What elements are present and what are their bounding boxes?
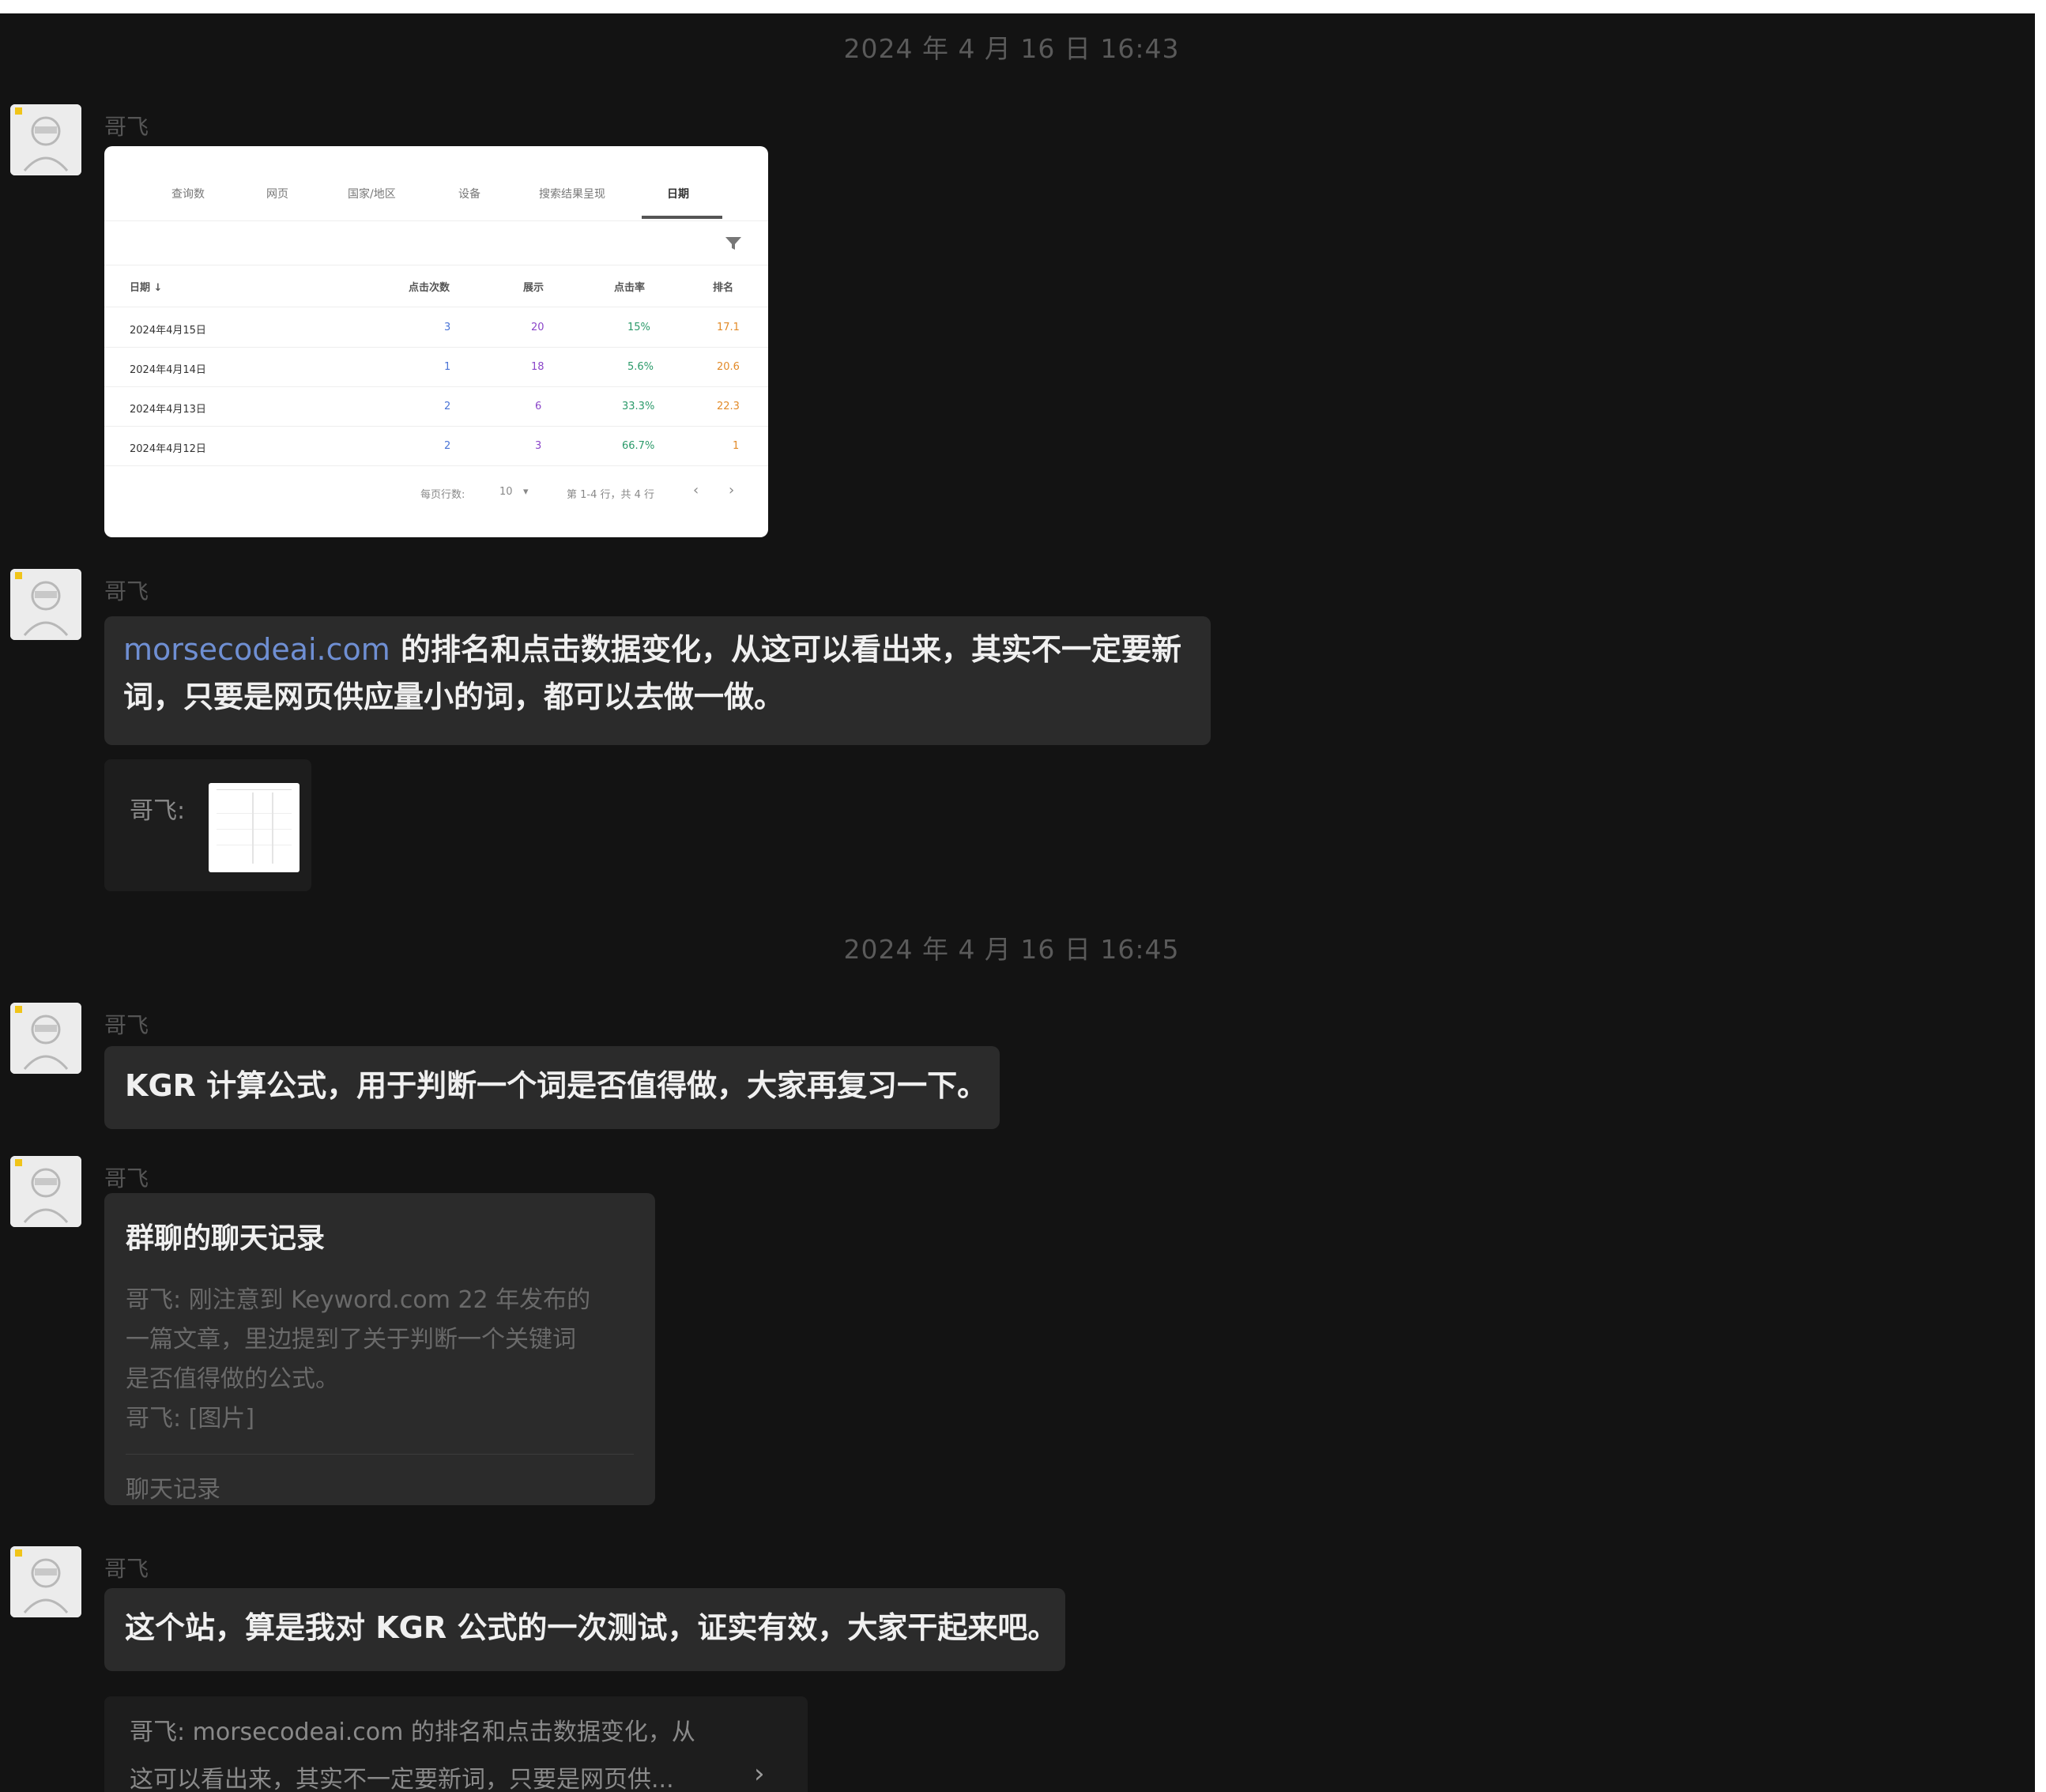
tab-pages: 网页	[266, 188, 288, 201]
message-text: 的排名和点击数据变化，从这可以看出来，其实不一定要新	[390, 632, 1182, 667]
table-cell-ctr: 15%	[627, 322, 650, 333]
next-page-icon: ›	[729, 482, 735, 499]
record-line: 哥飞: 刚注意到 Keyword.com 22 年发布的	[126, 1286, 591, 1314]
divider	[104, 347, 768, 348]
divider	[104, 386, 768, 387]
table-cell-clicks: 2	[444, 401, 451, 412]
record-line: 哥飞: [图片]	[126, 1405, 255, 1432]
record-title: 群聊的聊天记录	[126, 1222, 326, 1255]
table-cell-impressions: 3	[535, 440, 542, 452]
divider	[104, 426, 768, 427]
tab-search-appearance: 搜索结果呈现	[539, 188, 605, 201]
table-cell-date: 2024年4月14日	[130, 364, 206, 376]
quoted-message[interactable]: 哥飞: morsecodeai.com 的排名和点击数据变化，从 这可以看出来，…	[104, 1696, 808, 1792]
sender-name: 哥飞	[104, 578, 149, 604]
timestamp: 2024 年 4 月 16 日 16:43	[843, 33, 1180, 64]
column-header: 日期 ↓	[130, 282, 163, 294]
quote-sender: 哥飞:	[130, 797, 186, 825]
avatar[interactable]	[10, 1546, 81, 1617]
avatar[interactable]	[10, 1156, 81, 1227]
table-cell-date: 2024年4月13日	[130, 404, 206, 416]
table-cell-position: 1	[733, 440, 740, 452]
sender-name: 哥飞	[104, 114, 149, 140]
column-header: 点击次数	[409, 282, 450, 294]
message-text: 这个站，算是我对 KGR 公式的一次测试，证实有效，大家干起来吧。	[125, 1610, 1058, 1645]
rows-per-page-label: 每页行数:	[420, 489, 465, 501]
message-text: KGR 计算公式，用于判断一个词是否值得做，大家再复习一下。	[125, 1068, 988, 1103]
tab-queries: 查询数	[171, 188, 205, 201]
message-bubble[interactable]: KGR 计算公式，用于判断一个词是否值得做，大家再复习一下。	[104, 1046, 1000, 1129]
quote-line: 哥飞: morsecodeai.com 的排名和点击数据变化，从	[130, 1719, 695, 1746]
table-cell-position: 17.1	[717, 322, 740, 333]
timestamp: 2024 年 4 月 16 日 16:45	[843, 934, 1180, 965]
prev-page-icon: ‹	[693, 482, 699, 499]
chat-record-card[interactable]: 群聊的聊天记录 哥飞: 刚注意到 Keyword.com 22 年发布的 一篇文…	[104, 1193, 655, 1505]
record-footer: 聊天记录	[126, 1476, 220, 1504]
table-cell-ctr: 33.3%	[622, 401, 655, 412]
record-line: 一篇文章，里边提到了关于判断一个关键词	[126, 1326, 576, 1353]
table-cell-ctr: 5.6%	[627, 361, 654, 373]
table-cell-impressions: 18	[531, 361, 544, 373]
sender-name: 哥飞	[104, 1012, 149, 1038]
table-cell-impressions: 6	[535, 401, 542, 412]
record-line: 是否值得做的公式。	[126, 1365, 339, 1393]
sender-name: 哥飞	[104, 1556, 149, 1582]
table-cell-clicks: 3	[444, 322, 451, 333]
quote-line: 这可以看出来，其实不一定要新词，只要是网页供...	[130, 1766, 674, 1792]
sender-name: 哥飞	[104, 1165, 149, 1192]
column-header: 排名	[713, 282, 734, 294]
message-bubble[interactable]: morsecodeai.com 的排名和点击数据变化，从这可以看出来，其实不一定…	[104, 616, 1211, 745]
rows-per-page-select: 10	[499, 486, 513, 498]
divider	[104, 465, 768, 466]
image-message[interactable]: 查询数 网页 国家/地区 设备 搜索结果呈现 日期 日期 ↓ 点击次数 展示 点…	[104, 146, 768, 537]
message-text: 词，只要是网页供应量小的词，都可以去做一做。	[123, 680, 785, 714]
table-cell-position: 20.6	[717, 361, 740, 373]
chevron-right-icon: ›	[754, 1758, 765, 1790]
active-tab-indicator	[642, 216, 722, 219]
tab-countries: 国家/地区	[348, 188, 396, 201]
tab-bar: 查询数 网页 国家/地区 设备 搜索结果呈现 日期	[104, 186, 768, 209]
table-cell-clicks: 2	[444, 440, 451, 452]
message-link[interactable]: morsecodeai.com	[123, 632, 390, 667]
avatar[interactable]	[10, 1003, 81, 1074]
divider	[104, 220, 768, 221]
column-header: 展示	[523, 282, 544, 294]
table-cell-position: 22.3	[717, 401, 740, 412]
avatar[interactable]	[10, 104, 81, 175]
message-line: morsecodeai.com 的排名和点击数据变化，从这可以看出来，其实不一定…	[123, 626, 1192, 673]
chevron-down-icon: ▾	[523, 486, 529, 498]
table-cell-ctr: 66.7%	[622, 440, 655, 452]
table-cell-clicks: 1	[444, 361, 451, 373]
pagination-range: 第 1-4 行，共 4 行	[567, 489, 655, 501]
table-cell-date: 2024年4月15日	[130, 325, 206, 337]
table-cell-date: 2024年4月12日	[130, 443, 206, 455]
chat-window: 2024 年 4 月 16 日 16:43 哥飞 查询数 网页 国家/地区 设备…	[0, 13, 2035, 1792]
divider	[126, 1454, 634, 1455]
quoted-message[interactable]: 哥飞:	[104, 759, 311, 891]
table-cell-impressions: 20	[531, 322, 544, 333]
message-bubble[interactable]: 这个站，算是我对 KGR 公式的一次测试，证实有效，大家干起来吧。	[104, 1588, 1065, 1671]
tab-dates: 日期	[667, 188, 689, 201]
filter-icon	[725, 233, 742, 255]
image-thumbnail[interactable]	[209, 783, 300, 872]
column-header: 点击率	[614, 282, 646, 294]
avatar[interactable]	[10, 569, 81, 640]
tab-devices: 设备	[458, 188, 480, 201]
